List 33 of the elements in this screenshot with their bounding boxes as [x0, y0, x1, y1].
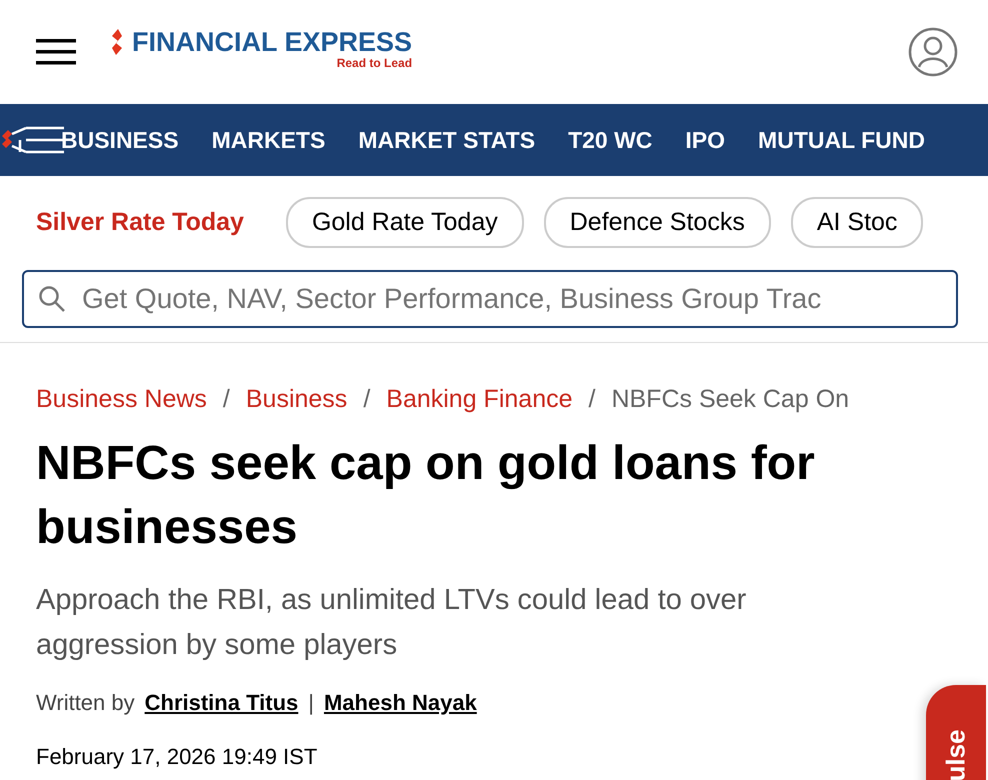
author-separator: | — [308, 690, 314, 716]
nav-link[interactable]: IPO — [685, 126, 726, 154]
topic-chip[interactable]: Defence Stocks — [544, 196, 771, 248]
breadcrumb-current: NBFCs Seek Cap On — [611, 385, 850, 414]
menu-icon — [36, 37, 76, 67]
nav-link[interactable]: MARKETS — [212, 126, 326, 154]
account-button[interactable] — [908, 27, 958, 77]
nav-link[interactable]: MUTUAL FUND — [758, 126, 925, 154]
nav-link[interactable]: BUSINESS — [61, 126, 179, 154]
breadcrumb-separator: / — [363, 385, 370, 414]
breadcrumb-link[interactable]: Banking Finance — [386, 385, 572, 414]
author-link[interactable]: Christina Titus — [144, 690, 298, 716]
pulse-tab[interactable]: ulse — [926, 685, 986, 780]
logo-name[interactable]: FINANCIAL EXPRESS — [132, 26, 412, 58]
topic-chip[interactable]: AI Stoc — [790, 196, 924, 248]
topic-chip[interactable]: Gold Rate Today — [286, 196, 524, 248]
breadcrumb-link[interactable]: Business — [246, 385, 348, 414]
user-icon — [908, 27, 958, 77]
article-headline: NBFCs seek cap on gold loans for businesses — [36, 436, 816, 556]
nav-link[interactable]: MARKET STATS — [358, 126, 536, 154]
menu-button[interactable] — [36, 37, 76, 67]
breadcrumb-separator: / — [588, 385, 596, 414]
byline-label: Written by — [36, 690, 135, 716]
breadcrumb-separator: / — [222, 385, 230, 414]
breadcrumb-link[interactable]: Business News — [36, 385, 207, 414]
search-icon — [38, 285, 66, 313]
article-subtitle: Approach the RBI, as unlimited LTVs could lead to over aggression by some players — [36, 583, 748, 663]
nav-link[interactable]: T20 WC — [568, 126, 652, 154]
author-link[interactable]: Mahesh Nayak — [324, 690, 477, 716]
topic-link[interactable]: Silver Rate Today — [36, 208, 244, 236]
publish-date: February 17, 2026 19:49 IST — [36, 744, 318, 770]
logo-tagline: Read to Lead — [336, 56, 412, 70]
search-field[interactable]: Get Quote, NAV, Sector Performance, Business Group Trac — [22, 270, 958, 328]
